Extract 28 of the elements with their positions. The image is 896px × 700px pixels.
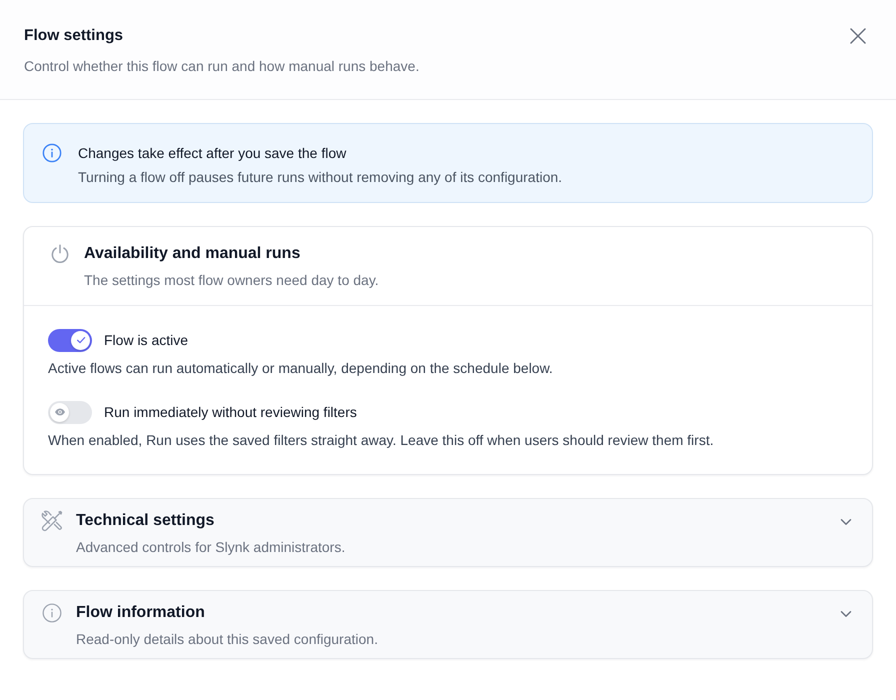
- collapsible-section[interactable]: Flow information Read-only details about this saved configuration.: [23, 590, 873, 659]
- toggle-label: Flow is active: [104, 331, 188, 350]
- chevron-icon: [840, 610, 852, 618]
- toggle-description: When enabled, Run uses the saved filters straight away. Leave this off when users should review them first.: [48, 431, 715, 450]
- toggle-description: Active flows can run automatically or manually, depending on the schedule below.: [48, 359, 554, 378]
- section-title: Availability and manual runs: [84, 244, 302, 264]
- banner-title: Changes take effect after you save the flow: [78, 144, 348, 163]
- eye-icon: [54, 406, 66, 418]
- check-icon: [74, 334, 86, 346]
- toggle-switch[interactable]: [48, 328, 92, 352]
- chevron-icon: [840, 518, 852, 526]
- banner-text: Turning a flow off pauses future runs without removing any of its configuration.: [78, 168, 562, 187]
- toggle-label: Run immediately without reviewing filters: [104, 403, 357, 422]
- info-icon: [42, 143, 62, 163]
- dialog-title: Flow settings: [24, 26, 124, 46]
- collapsible-section[interactable]: Technical settings Advanced controls for Slynk administrators.: [23, 498, 873, 567]
- close-icon: [850, 28, 866, 44]
- close-button[interactable]: [848, 26, 868, 46]
- toggle-switch[interactable]: [48, 400, 92, 424]
- section-title: Flow information: [76, 603, 206, 623]
- power-icon: [50, 244, 70, 264]
- section-subtitle: The settings most flow owners need day to day.: [84, 271, 379, 290]
- tools-icon: [40, 509, 64, 533]
- section-subtitle: Advanced controls for Slynk administrators.: [76, 538, 346, 557]
- section-title: Technical settings: [76, 511, 216, 531]
- section-subtitle: Read-only details about this saved configuration.: [76, 630, 379, 649]
- info-icon: [42, 603, 62, 623]
- dialog-subtitle: Control whether this flow can run and how manual runs behave.: [24, 57, 420, 76]
